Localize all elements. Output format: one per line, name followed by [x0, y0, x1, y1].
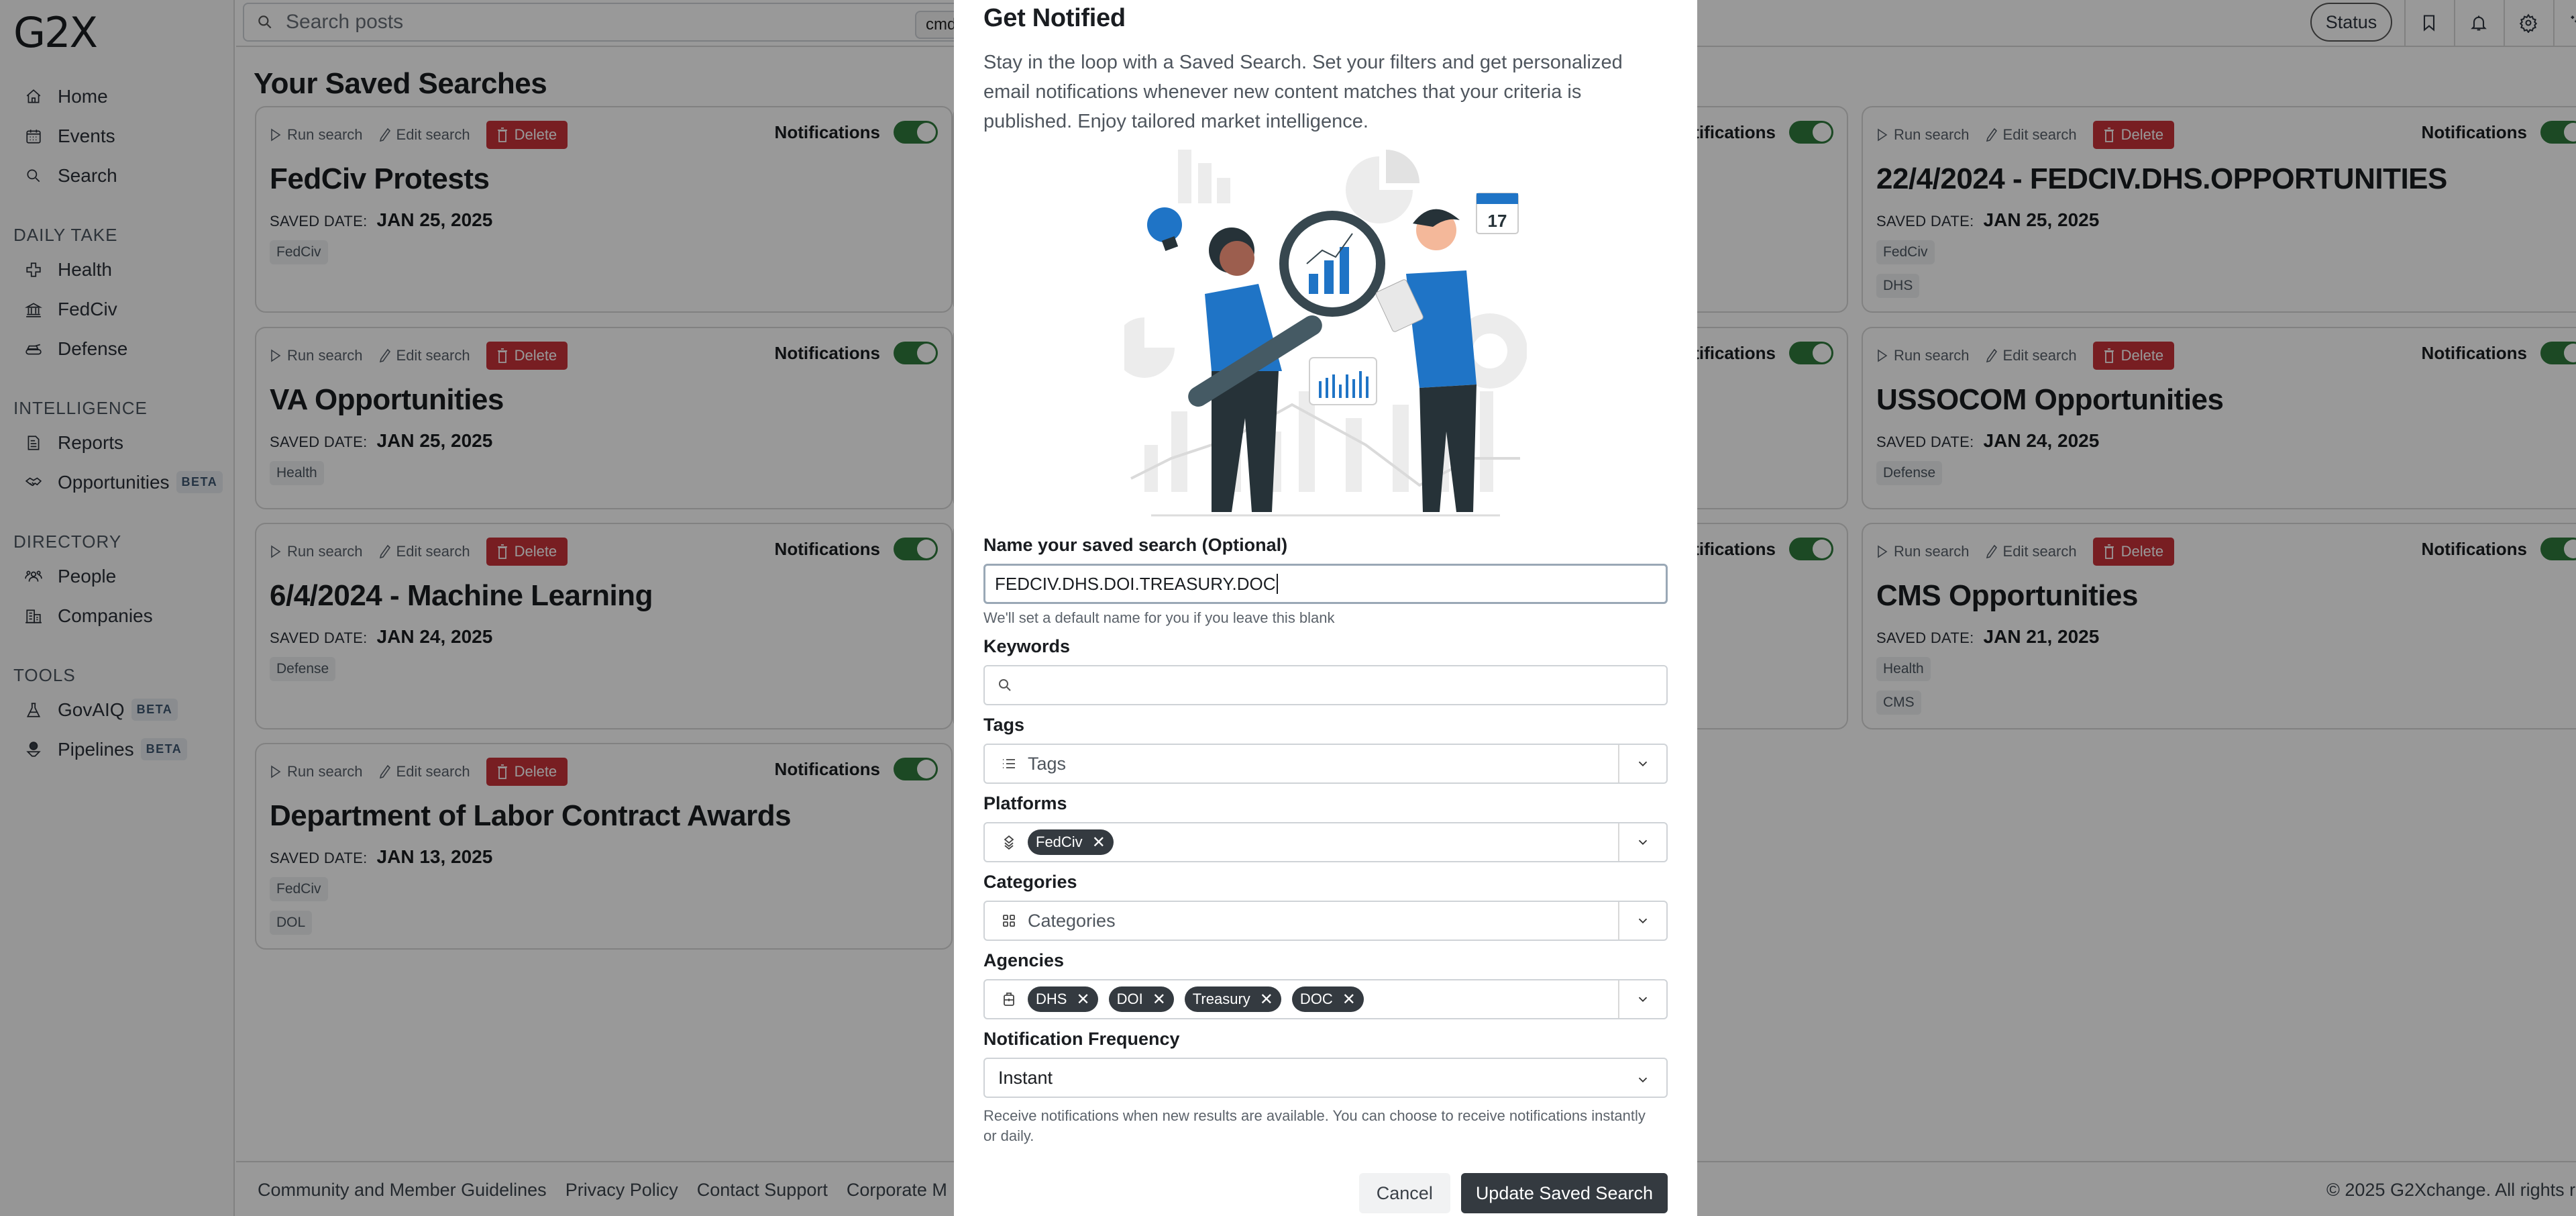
frequency-label: Notification Frequency — [983, 1029, 1180, 1049]
remove-chip-icon[interactable]: ✕ — [1342, 990, 1356, 1009]
modal-title: Get Notified — [983, 4, 1126, 32]
keywords-input[interactable] — [983, 665, 1668, 705]
chip-label: DOC — [1299, 991, 1333, 1007]
agencies-label: Agencies — [983, 950, 1065, 970]
categories-placeholder: Categories — [1028, 910, 1116, 931]
agency-chip-list: DHS ✕ DOI ✕ Treasury ✕ DOC ✕ — [1028, 986, 1375, 1012]
keywords-label: Keywords — [983, 636, 1071, 656]
remove-chip-icon[interactable]: ✕ — [1260, 990, 1273, 1009]
grid-icon — [998, 910, 1020, 931]
people-analyzing-charts-illustration: 17 — [1124, 150, 1527, 517]
agencies-dropdown-toggle[interactable] — [1618, 980, 1666, 1018]
platforms-select[interactable]: FedCiv ✕ — [983, 822, 1668, 862]
platform-chip-list: FedCiv ✕ — [1028, 829, 1124, 855]
name-field-label: Name your saved search (Optional) — [983, 535, 1288, 555]
chevron-down-icon — [1638, 918, 1648, 924]
list-icon — [998, 753, 1020, 774]
chevron-down-icon — [1638, 997, 1648, 1003]
selected-chip: DOI ✕ — [1108, 986, 1174, 1012]
cancel-button[interactable]: Cancel — [1358, 1173, 1450, 1213]
update-saved-search-button[interactable]: Update Saved Search — [1460, 1173, 1668, 1213]
briefcase-icon — [998, 989, 1020, 1010]
tags-dropdown-toggle[interactable] — [1618, 745, 1666, 782]
selected-chip: FedCiv ✕ — [1028, 829, 1114, 855]
selected-chip: DOC ✕ — [1291, 986, 1364, 1012]
saved-search-name-value: FEDCIV.DHS.DOI.TREASURY.DOC — [995, 573, 1276, 594]
remove-chip-icon[interactable]: ✕ — [1152, 990, 1166, 1009]
notification-frequency-select[interactable]: Instant — [983, 1058, 1668, 1098]
get-notified-modal: Get Notified Stay in the loop with a Sav… — [954, 0, 1697, 1216]
chevron-down-icon — [1635, 1071, 1650, 1092]
categories-select[interactable]: Categories — [983, 901, 1668, 941]
agencies-select[interactable]: DHS ✕ DOI ✕ Treasury ✕ DOC ✕ — [983, 979, 1668, 1019]
categories-label: Categories — [983, 872, 1077, 892]
selected-chip: DHS ✕ — [1028, 986, 1098, 1012]
platforms-dropdown-toggle[interactable] — [1618, 823, 1666, 861]
name-field-hint: We'll set a default name for you if you … — [983, 609, 1335, 626]
layers-icon — [998, 831, 1020, 853]
calendar-day: 17 — [1488, 211, 1507, 231]
tags-label: Tags — [983, 715, 1025, 735]
chip-label: DHS — [1036, 991, 1067, 1007]
chip-label: FedCiv — [1036, 833, 1083, 850]
tags-placeholder: Tags — [1028, 753, 1067, 774]
chip-label: Treasury — [1192, 991, 1250, 1007]
platforms-label: Platforms — [983, 793, 1067, 813]
search-icon — [999, 679, 1011, 691]
chevron-down-icon — [1638, 840, 1648, 846]
tags-select[interactable]: Tags — [983, 744, 1668, 784]
remove-chip-icon[interactable]: ✕ — [1092, 833, 1106, 852]
selected-chip: Treasury ✕ — [1184, 986, 1281, 1012]
saved-search-name-input[interactable]: FEDCIV.DHS.DOI.TREASURY.DOC — [983, 564, 1668, 604]
frequency-hint: Receive notifications when new results a… — [983, 1107, 1646, 1144]
modal-description: Stay in the loop with a Saved Search. Se… — [983, 52, 1623, 132]
text-caret — [1276, 574, 1278, 594]
chip-label: DOI — [1116, 991, 1143, 1007]
categories-dropdown-toggle[interactable] — [1618, 902, 1666, 940]
frequency-value: Instant — [998, 1067, 1053, 1088]
remove-chip-icon[interactable]: ✕ — [1076, 990, 1089, 1009]
chevron-down-icon — [1638, 761, 1648, 767]
